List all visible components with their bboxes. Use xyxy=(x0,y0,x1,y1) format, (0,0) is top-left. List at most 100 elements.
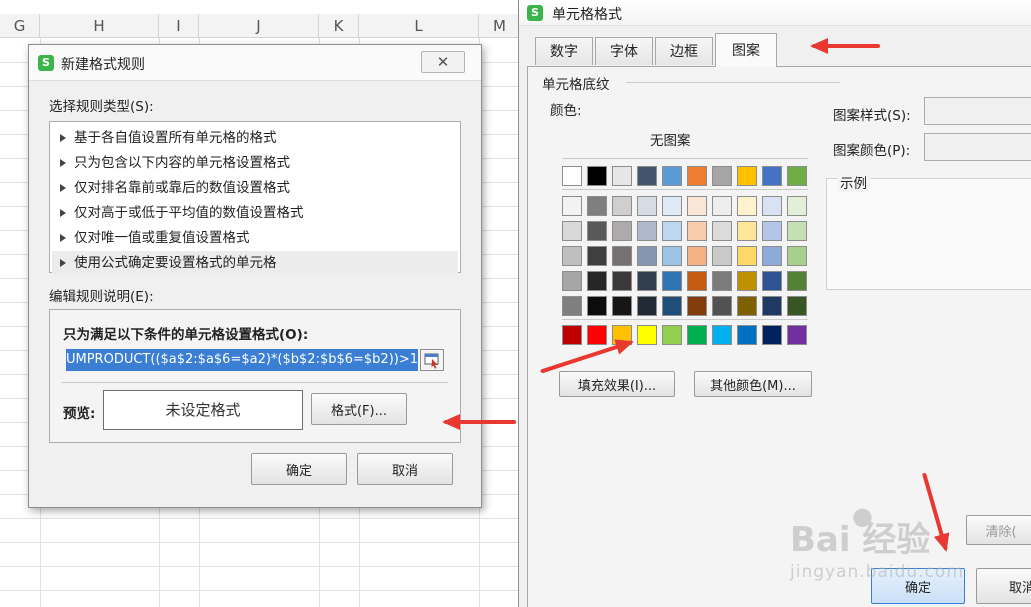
color-swatch[interactable] xyxy=(587,296,607,316)
color-swatch[interactable] xyxy=(637,296,657,316)
color-swatch[interactable] xyxy=(687,221,707,241)
color-swatch[interactable] xyxy=(737,166,757,186)
color-swatch[interactable] xyxy=(687,296,707,316)
color-swatch[interactable] xyxy=(712,166,732,186)
cancel-button[interactable]: 取消 xyxy=(357,453,453,485)
color-swatch[interactable] xyxy=(587,271,607,291)
color-swatch[interactable] xyxy=(737,196,757,216)
color-swatch[interactable] xyxy=(562,271,582,291)
standard-color-swatch[interactable] xyxy=(587,325,607,345)
color-swatch[interactable] xyxy=(712,296,732,316)
color-swatch[interactable] xyxy=(587,196,607,216)
color-swatch[interactable] xyxy=(712,271,732,291)
rule-type-item[interactable]: 基于各自值设置所有单元格的格式 xyxy=(52,126,458,150)
color-swatch[interactable] xyxy=(637,196,657,216)
color-swatch[interactable] xyxy=(637,271,657,291)
more-colors-button[interactable]: 其他颜色(M)... xyxy=(694,371,812,397)
color-swatch[interactable] xyxy=(787,246,807,266)
column-header-l[interactable]: L xyxy=(359,14,479,38)
no-pattern-option[interactable]: 无图案 xyxy=(650,129,691,149)
color-swatch[interactable] xyxy=(662,196,682,216)
color-swatch[interactable] xyxy=(587,246,607,266)
color-swatch[interactable] xyxy=(612,296,632,316)
rule-type-item-selected[interactable]: 使用公式确定要设置格式的单元格 xyxy=(52,251,458,275)
range-select-button[interactable] xyxy=(420,349,444,371)
formula-input[interactable]: =SUMPRODUCT(($a$2:$a$6=$a2)*($b$2:$b$6=$… xyxy=(66,349,418,371)
color-swatch[interactable] xyxy=(762,196,782,216)
dialog-title-bar[interactable]: S 新建格式规则 ✕ xyxy=(29,45,481,81)
color-swatch[interactable] xyxy=(562,296,582,316)
color-swatch[interactable] xyxy=(662,271,682,291)
color-swatch[interactable] xyxy=(612,221,632,241)
color-swatch[interactable] xyxy=(687,271,707,291)
color-swatch[interactable] xyxy=(637,166,657,186)
tab-font[interactable]: 字体 xyxy=(595,37,653,65)
standard-color-swatch[interactable] xyxy=(787,325,807,345)
color-swatch[interactable] xyxy=(737,221,757,241)
color-swatch[interactable] xyxy=(662,296,682,316)
color-swatch[interactable] xyxy=(637,246,657,266)
column-header-k[interactable]: K xyxy=(319,14,359,38)
color-swatch[interactable] xyxy=(787,296,807,316)
color-swatch[interactable] xyxy=(787,221,807,241)
standard-color-swatch[interactable] xyxy=(762,325,782,345)
color-swatch[interactable] xyxy=(787,166,807,186)
column-header-j[interactable]: J xyxy=(199,14,319,38)
color-swatch[interactable] xyxy=(562,246,582,266)
column-header-g[interactable]: G xyxy=(0,14,40,38)
color-swatch[interactable] xyxy=(662,221,682,241)
color-swatch[interactable] xyxy=(787,271,807,291)
color-swatch[interactable] xyxy=(762,271,782,291)
color-swatch[interactable] xyxy=(612,271,632,291)
color-swatch[interactable] xyxy=(737,296,757,316)
pattern-style-dropdown[interactable] xyxy=(924,97,1031,125)
color-swatch[interactable] xyxy=(687,166,707,186)
rule-type-item[interactable]: 仅对高于或低于平均值的数值设置格式 xyxy=(52,201,458,225)
fill-effects-button[interactable]: 填充效果(I)... xyxy=(559,371,675,397)
column-header-i[interactable]: I xyxy=(159,14,199,38)
tab-pattern[interactable]: 图案 xyxy=(715,33,777,67)
tab-number[interactable]: 数字 xyxy=(535,37,593,65)
format-button[interactable]: 格式(F)... xyxy=(311,393,407,425)
color-swatch[interactable] xyxy=(712,196,732,216)
tab-border[interactable]: 边框 xyxy=(655,37,713,65)
standard-color-swatch[interactable] xyxy=(637,325,657,345)
cancel-button[interactable]: 取消 xyxy=(976,568,1031,604)
dialog-title-bar[interactable]: S 单元格格式 xyxy=(519,0,1031,26)
color-swatch[interactable] xyxy=(562,221,582,241)
color-swatch[interactable] xyxy=(612,196,632,216)
color-swatch[interactable] xyxy=(762,246,782,266)
color-swatch[interactable] xyxy=(687,246,707,266)
color-swatch[interactable] xyxy=(762,296,782,316)
color-swatch[interactable] xyxy=(687,196,707,216)
rule-type-item[interactable]: 仅对唯一值或重复值设置格式 xyxy=(52,226,458,250)
color-swatch[interactable] xyxy=(562,196,582,216)
standard-color-swatch[interactable] xyxy=(562,325,582,345)
column-header-h[interactable]: H xyxy=(40,14,159,38)
standard-color-swatch[interactable] xyxy=(687,325,707,345)
rule-type-item[interactable]: 只为包含以下内容的单元格设置格式 xyxy=(52,151,458,175)
ok-button[interactable]: 确定 xyxy=(251,453,347,485)
color-swatch[interactable] xyxy=(562,166,582,186)
column-header-m[interactable]: M xyxy=(479,14,520,38)
color-swatch[interactable] xyxy=(587,221,607,241)
color-swatch[interactable] xyxy=(762,221,782,241)
color-swatch[interactable] xyxy=(612,166,632,186)
rule-type-item[interactable]: 仅对排名靠前或靠后的数值设置格式 xyxy=(52,176,458,200)
color-swatch[interactable] xyxy=(712,246,732,266)
color-swatch[interactable] xyxy=(712,221,732,241)
color-swatch[interactable] xyxy=(737,246,757,266)
standard-color-swatch[interactable] xyxy=(662,325,682,345)
color-swatch[interactable] xyxy=(737,271,757,291)
color-swatch[interactable] xyxy=(787,196,807,216)
color-swatch[interactable] xyxy=(612,246,632,266)
color-swatch[interactable] xyxy=(762,166,782,186)
standard-color-swatch[interactable] xyxy=(712,325,732,345)
close-button[interactable]: ✕ xyxy=(421,51,465,73)
color-swatch[interactable] xyxy=(662,166,682,186)
clear-button[interactable]: 清除( xyxy=(966,515,1031,545)
standard-color-swatch[interactable] xyxy=(737,325,757,345)
pattern-color-dropdown[interactable] xyxy=(924,133,1031,161)
color-swatch[interactable] xyxy=(662,246,682,266)
color-swatch[interactable] xyxy=(587,166,607,186)
